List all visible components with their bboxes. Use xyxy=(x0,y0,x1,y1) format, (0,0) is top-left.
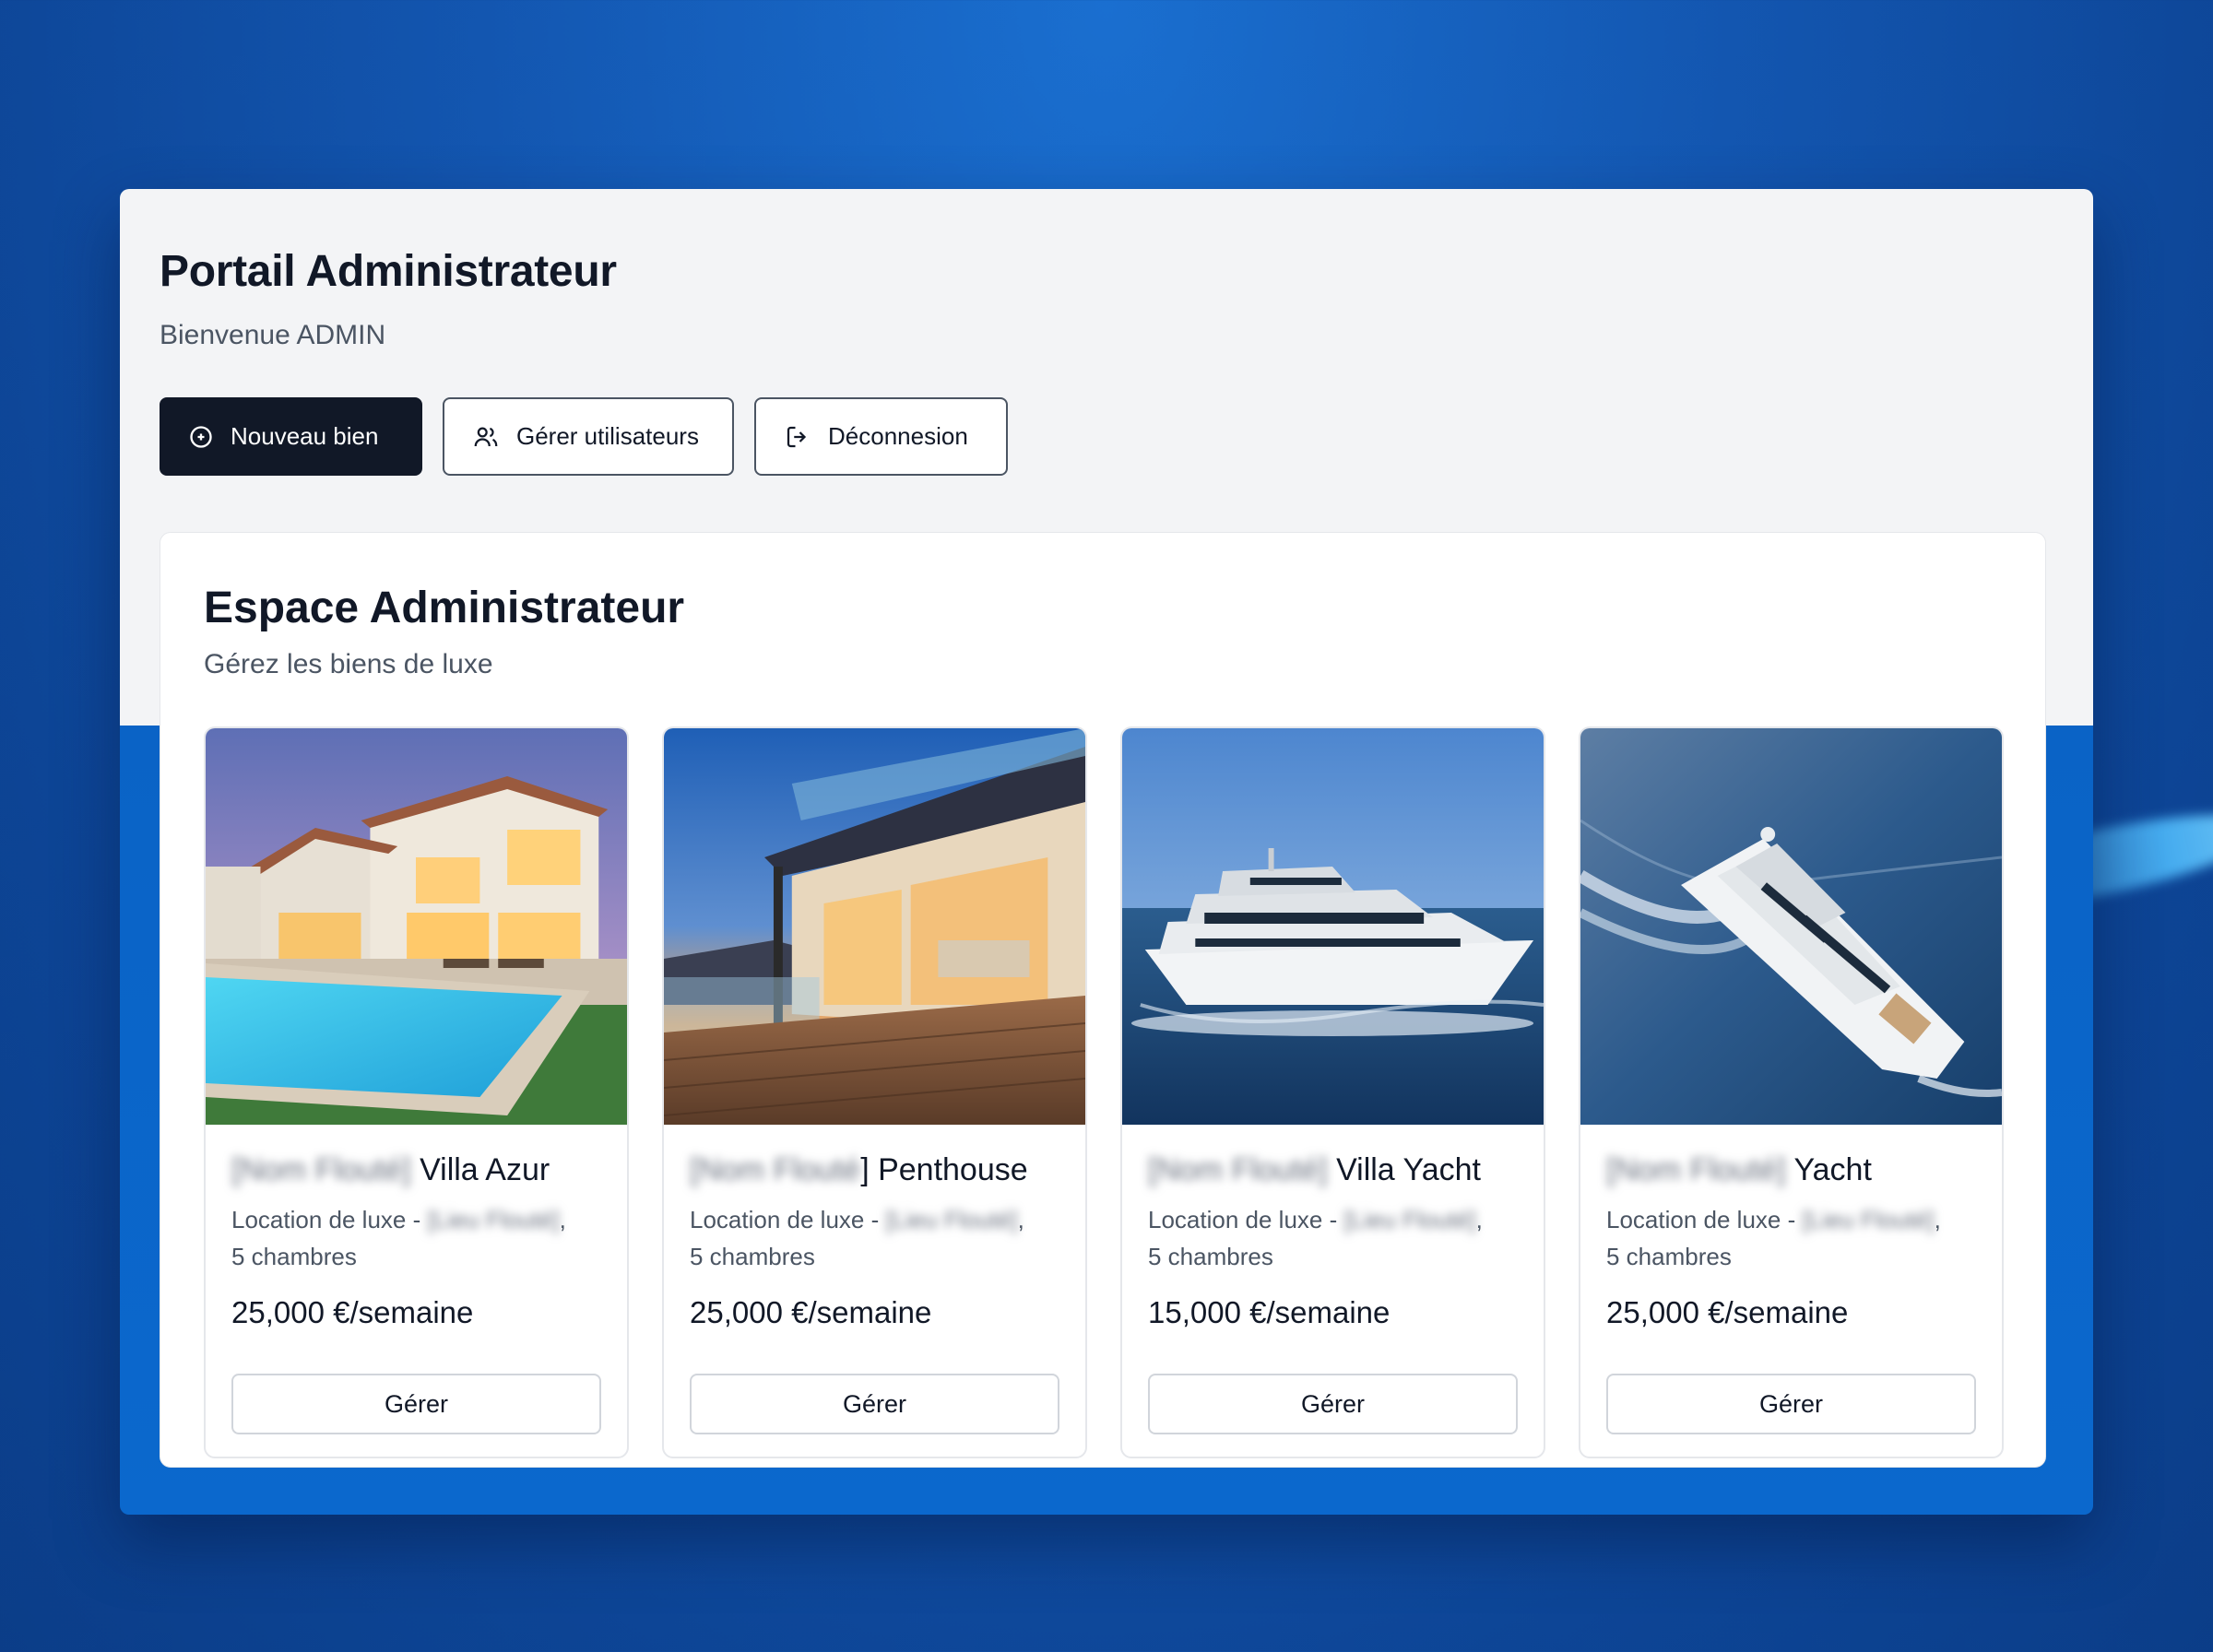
manage-property-button[interactable]: Gérer xyxy=(1606,1374,1976,1434)
desc-suffix: , xyxy=(559,1206,566,1233)
desc-suffix: , xyxy=(1475,1206,1483,1233)
new-property-label: Nouveau bien xyxy=(231,422,379,450)
panel-subtitle: Gérez les biens de luxe xyxy=(204,649,493,679)
admin-window: Portail Administrateur Bienvenue ADMIN N… xyxy=(120,189,2093,1515)
property-price: 25,000 €/semaine xyxy=(690,1295,932,1329)
property-price: 25,000 €/semaine xyxy=(1606,1295,1849,1329)
page-title: Portail Administrateur xyxy=(160,247,617,296)
rooms-count: 5 chambres xyxy=(1148,1243,1273,1270)
blurred-name: [Nom Flouté xyxy=(690,1152,861,1187)
manage-users-button[interactable]: Gérer utilisateurs xyxy=(443,397,734,476)
blurred-name: [Nom Flouté] xyxy=(231,1152,411,1187)
logout-label: Déconnesion xyxy=(828,422,968,450)
desc-prefix: Location de luxe - xyxy=(1148,1206,1344,1233)
rooms-count: 5 chambres xyxy=(690,1243,815,1270)
manage-users-label: Gérer utilisateurs xyxy=(516,422,699,450)
property-name: Villa Azur xyxy=(420,1152,550,1187)
desc-prefix: Location de luxe - xyxy=(690,1206,886,1233)
property-description: Location de luxe - [Lieu Flouté], 5 chamb… xyxy=(690,1201,1059,1275)
desc-prefix: Location de luxe - xyxy=(231,1206,428,1233)
property-card: [Nom Flouté] Yacht Location de luxe - [L… xyxy=(1579,726,2004,1458)
property-name: ] Penthouse xyxy=(860,1152,1028,1187)
manage-property-button[interactable]: Gérer xyxy=(231,1374,601,1434)
blurred-location: [Lieu Flouté] xyxy=(427,1206,560,1233)
rooms-count: 5 chambres xyxy=(1606,1243,1732,1270)
blurred-location: [Lieu Flouté] xyxy=(885,1206,1018,1233)
action-bar: Nouveau bien Gérer utilisateurs Déconnes… xyxy=(160,397,1008,476)
villa-pool-image xyxy=(206,728,627,1125)
blurred-location: [Lieu Flouté] xyxy=(1802,1206,1935,1233)
new-property-button[interactable]: Nouveau bien xyxy=(160,397,422,476)
logout-button[interactable]: Déconnesion xyxy=(754,397,1008,476)
property-title: [Nom Flouté] Villa Yacht xyxy=(1148,1152,1518,1188)
property-title: [Nom Flouté] Yacht xyxy=(1606,1152,1976,1188)
blurred-name: [Nom Flouté] xyxy=(1606,1152,1786,1187)
panel-title: Espace Administrateur xyxy=(204,584,685,632)
property-list: [Nom Flouté] Villa Azur Location de luxe… xyxy=(204,726,2004,1458)
property-price: 15,000 €/semaine xyxy=(1148,1295,1391,1329)
blurred-name: [Nom Flouté] xyxy=(1148,1152,1328,1187)
admin-panel: Espace Administrateur Gérez les biens de… xyxy=(160,532,2046,1468)
penthouse-terrace-image xyxy=(664,728,1085,1125)
desc-suffix: , xyxy=(1017,1206,1024,1233)
desc-prefix: Location de luxe - xyxy=(1606,1206,1803,1233)
property-title: [Nom Flouté] Villa Azur xyxy=(231,1152,601,1188)
logout-icon xyxy=(787,426,807,447)
property-description: Location de luxe - [Lieu Flouté], 5 chamb… xyxy=(1606,1201,1976,1275)
rooms-count: 5 chambres xyxy=(231,1243,357,1270)
yacht-aerial-image xyxy=(1580,728,2002,1125)
yacht-side-image xyxy=(1122,728,1544,1125)
property-title: [Nom Flouté] Penthouse xyxy=(690,1152,1059,1188)
property-card: [Nom Flouté] Villa Azur Location de luxe… xyxy=(204,726,629,1458)
manage-property-button[interactable]: Gérer xyxy=(690,1374,1059,1434)
property-card: [Nom Flouté] Villa Yacht Location de lux… xyxy=(1120,726,1545,1458)
property-name: Villa Yacht xyxy=(1336,1152,1481,1187)
property-price: 25,000 €/semaine xyxy=(231,1295,474,1329)
welcome-text: Bienvenue ADMIN xyxy=(160,320,386,350)
property-description: Location de luxe - [Lieu Flouté], 5 chamb… xyxy=(1148,1201,1518,1275)
users-icon xyxy=(474,427,498,446)
property-name: Yacht xyxy=(1793,1152,1872,1187)
property-description: Location de luxe - [Lieu Flouté], 5 chamb… xyxy=(231,1201,601,1275)
desc-suffix: , xyxy=(1934,1206,1941,1233)
property-card: [Nom Flouté] Penthouse Location de luxe … xyxy=(662,726,1087,1458)
plus-circle-icon xyxy=(190,425,212,448)
manage-property-button[interactable]: Gérer xyxy=(1148,1374,1518,1434)
blurred-location: [Lieu Flouté] xyxy=(1343,1206,1476,1233)
